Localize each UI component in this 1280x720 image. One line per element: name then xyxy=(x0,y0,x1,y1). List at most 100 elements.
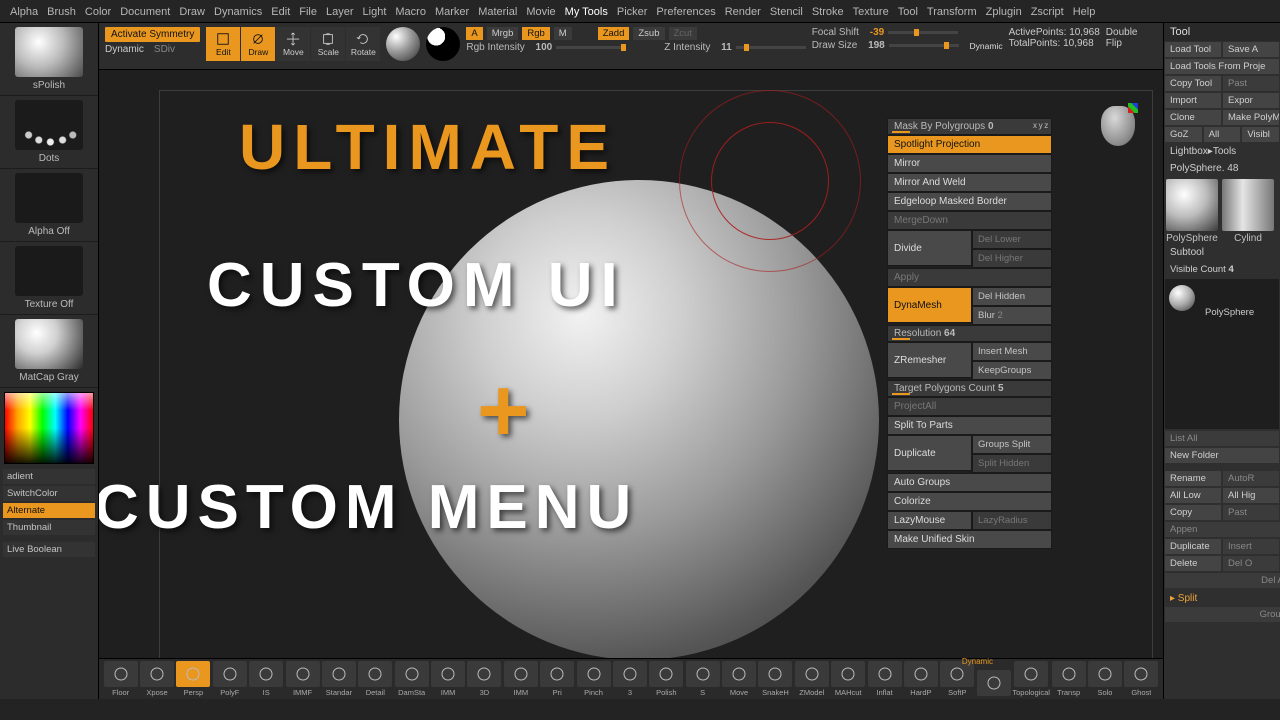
del-lower-btn[interactable]: Del Lower xyxy=(972,230,1052,249)
menu-tool[interactable]: Tool xyxy=(898,6,918,18)
rgb-intensity-slider[interactable]: Rgb Intensity 100 xyxy=(466,42,626,53)
brush-3d[interactable]: 3D xyxy=(467,661,502,697)
alternate-btn[interactable]: Alternate xyxy=(3,503,95,518)
split-section[interactable]: ▸ Split xyxy=(1164,591,1280,606)
lazy-radius-btn[interactable]: LazyRadius xyxy=(972,511,1052,530)
brush-detail[interactable]: Detail xyxy=(358,661,393,697)
menu-render[interactable]: Render xyxy=(725,6,761,18)
apply-btn[interactable]: Apply xyxy=(887,268,1052,287)
zadd-chip[interactable]: Zadd xyxy=(598,27,630,40)
draw-size-slider[interactable]: Draw Size 198 Dynamic xyxy=(812,40,1003,51)
brush-imm[interactable]: IMM xyxy=(430,661,465,697)
clone-btn[interactable]: Clone xyxy=(1165,110,1221,125)
xyz-icon[interactable]: x y z xyxy=(1033,121,1048,130)
menu-preferences[interactable]: Preferences xyxy=(656,6,715,18)
brush-pinch[interactable]: Pinch xyxy=(576,661,611,697)
zcut-chip[interactable]: Zcut xyxy=(669,27,697,40)
menu-document[interactable]: Document xyxy=(120,6,170,18)
menu-macro[interactable]: Macro xyxy=(395,6,426,18)
rotate-mode-btn[interactable]: Rotate xyxy=(346,27,380,61)
material-swatch-b[interactable] xyxy=(426,27,460,61)
auto-reorder-btn[interactable]: AutoR xyxy=(1223,471,1279,486)
menu-stroke[interactable]: Stroke xyxy=(812,6,844,18)
edgeloop-masked-btn[interactable]: Edgeloop Masked Border xyxy=(887,192,1052,211)
m-chip[interactable]: M xyxy=(554,27,572,40)
paste-tool-btn[interactable]: Past xyxy=(1223,76,1279,91)
menu-zscript[interactable]: Zscript xyxy=(1031,6,1064,18)
canvas[interactable]: Mask By Polygroups 0 Spotlight Projectio… xyxy=(99,70,1163,699)
live-boolean-btn[interactable]: Live Boolean xyxy=(3,542,95,557)
brush-solo[interactable]: Solo xyxy=(1087,661,1122,697)
brush-is[interactable]: IS xyxy=(249,661,284,697)
menu-help[interactable]: Help xyxy=(1073,6,1096,18)
group-btn[interactable]: Group xyxy=(1165,607,1280,622)
make-polymesh-btn[interactable]: Make PolyMes xyxy=(1223,110,1279,125)
auto-groups-btn[interactable]: Auto Groups xyxy=(887,473,1052,492)
all-btn[interactable]: All xyxy=(1204,127,1241,142)
menu-movie[interactable]: Movie xyxy=(526,6,555,18)
insert-mesh-btn[interactable]: Insert Mesh xyxy=(972,342,1052,361)
brush-imm[interactable]: IMM xyxy=(503,661,538,697)
brush-topological[interactable]: Topological xyxy=(1012,661,1050,697)
brush-inflat[interactable]: Inflat xyxy=(867,661,902,697)
split-to-parts-btn[interactable]: Split To Parts xyxy=(887,416,1052,435)
del-all-btn[interactable]: Del Al xyxy=(1165,573,1280,588)
menu-marker[interactable]: Marker xyxy=(435,6,469,18)
alpha-slot[interactable]: Alpha Off xyxy=(0,169,98,242)
delete-subtool-btn[interactable]: Delete xyxy=(1165,556,1221,571)
copy-subtool-btn[interactable]: Copy xyxy=(1165,505,1221,520)
z-intensity-slider[interactable]: Z Intensity 11 xyxy=(664,42,806,53)
mirror-weld-btn[interactable]: Mirror And Weldx y z xyxy=(887,173,1052,192)
material-swatch-a[interactable] xyxy=(386,27,420,61)
mirror-btn[interactable]: Mirrorx y z xyxy=(887,154,1052,173)
menu-material[interactable]: Material xyxy=(478,6,517,18)
brush-move[interactable]: Move xyxy=(721,661,756,697)
export-btn[interactable]: Expor xyxy=(1223,93,1279,108)
menu-draw[interactable]: Draw xyxy=(179,6,205,18)
menu-zplugin[interactable]: Zplugin xyxy=(986,6,1022,18)
zremesher-btn[interactable]: ZRemesher xyxy=(887,342,972,378)
scale-mode-btn[interactable]: Scale xyxy=(311,27,345,61)
brush-ghost[interactable]: Ghost xyxy=(1124,661,1159,697)
brush-hardp[interactable]: HardP xyxy=(903,661,938,697)
brush-zmodel[interactable]: ZModel xyxy=(794,661,829,697)
menu-transform[interactable]: Transform xyxy=(927,6,977,18)
keep-groups-btn[interactable]: KeepGroups xyxy=(972,361,1052,380)
flip-btn[interactable]: Flip xyxy=(1106,38,1138,49)
brush-floor[interactable]: Floor xyxy=(103,661,138,697)
material-slot[interactable]: MatCap Gray xyxy=(0,315,98,388)
rename-btn[interactable]: Rename xyxy=(1165,471,1221,486)
list-all-btn[interactable]: List All xyxy=(1165,431,1279,446)
menu-edit[interactable]: Edit xyxy=(271,6,290,18)
subtool-header[interactable]: Subtool xyxy=(1164,244,1280,261)
groups-split-btn[interactable]: Groups Split xyxy=(972,435,1052,454)
split-hidden-btn[interactable]: Split Hidden xyxy=(972,454,1052,473)
head-nav-icon[interactable] xyxy=(1101,106,1135,146)
del-higher-btn[interactable]: Del Higher xyxy=(972,249,1052,268)
menu-alpha[interactable]: Alpha xyxy=(10,6,38,18)
del-other-btn[interactable]: Del O xyxy=(1223,556,1279,571)
spotlight-projection-btn[interactable]: Spotlight Projection xyxy=(887,135,1052,154)
brush-pri[interactable]: Pri xyxy=(540,661,575,697)
brush-slot[interactable]: sPolish xyxy=(0,23,98,96)
mask-by-polygroups-slider[interactable]: Mask By Polygroups 0 xyxy=(887,118,1052,135)
colorize-btn[interactable]: Colorize xyxy=(887,492,1052,511)
focal-shift-slider[interactable]: Focal Shift -39 xyxy=(812,27,1003,38)
move-mode-btn[interactable]: Move xyxy=(276,27,310,61)
blur-btn[interactable]: Blur 2 xyxy=(972,306,1052,325)
gradient-btn[interactable]: adient xyxy=(3,469,95,484)
divide-btn[interactable]: Divide xyxy=(887,230,972,266)
lazy-mouse-btn[interactable]: LazyMouse xyxy=(887,511,972,530)
tool-thumb-cylinder[interactable] xyxy=(1222,179,1274,231)
del-hidden-btn[interactable]: Del Hidden xyxy=(972,287,1052,306)
subtool-thumb[interactable] xyxy=(1169,285,1195,311)
menu-file[interactable]: File xyxy=(299,6,317,18)
draw-mode-btn[interactable]: Draw xyxy=(241,27,275,61)
project-all-btn[interactable]: ProjectAll xyxy=(887,397,1052,416)
brush-persp[interactable]: Persp xyxy=(176,661,211,697)
menu-my-tools[interactable]: My Tools xyxy=(565,6,608,18)
switch-color-btn[interactable]: SwitchColor xyxy=(3,486,95,501)
merge-down-btn[interactable]: MergeDown xyxy=(887,211,1052,230)
lightbox-tools-link[interactable]: Lightbox▸Tools xyxy=(1164,143,1280,160)
brush-polyf[interactable]: PolyF xyxy=(212,661,247,697)
